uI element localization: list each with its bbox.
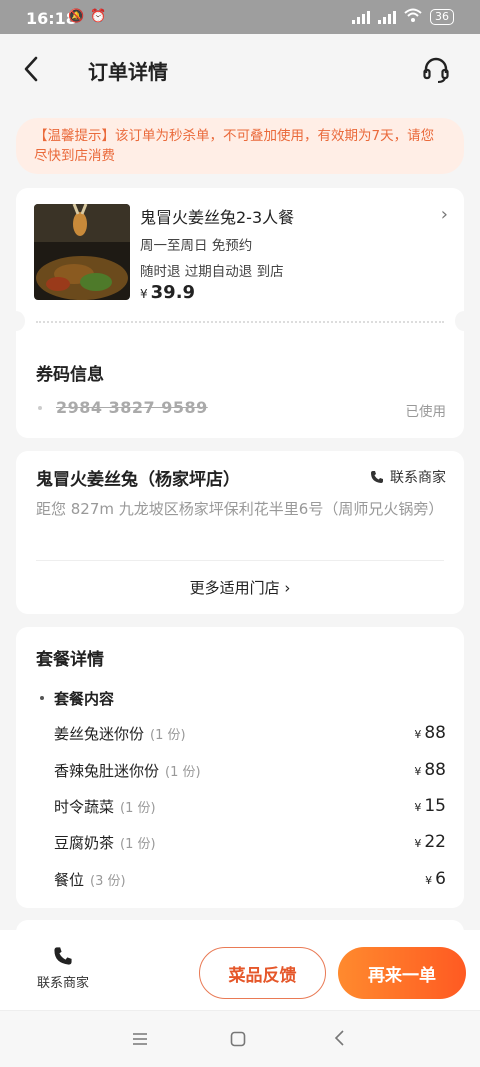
currency-symbol: ¥ [414,728,422,741]
status-bar: 16:18 🔕 ⏰ 36 [0,0,480,34]
chevron-right-icon[interactable]: › [441,204,448,225]
price-value: 15 [424,796,446,816]
nav-back-icon[interactable] [333,1030,347,1050]
alarm-icon: ⏰ [90,9,107,24]
header: 订单详情 [0,34,480,106]
back-arrow-icon [24,56,38,82]
price-value: 6 [435,869,446,889]
package-item: 香辣兔肚迷你份 (1 份) ¥88 [54,760,446,781]
item-name: 豆腐奶茶 [54,834,115,852]
signal-hd-icon [378,10,396,24]
customer-service-button[interactable] [422,56,450,84]
wifi-icon [404,8,422,25]
status-icons-left: 🔕 ⏰ [68,9,106,24]
phone-icon [54,947,72,965]
contact-merchant-link[interactable]: 联系商家 [370,467,446,487]
product-name[interactable]: 鬼冒火姜丝兔2-3人餐 [140,204,294,228]
store-address: 距您 827m 九龙坡区杨家坪保利花半里6号（周师兄火锅旁） [36,500,444,518]
product-tags-line2: 随时退 过期自动退 到店 [140,264,284,280]
item-qty: (1 份) [150,728,186,743]
item-qty: (1 份) [120,801,156,816]
bullet-dot [40,696,44,700]
more-stores-link[interactable]: 更多适用门店 › [16,577,464,598]
currency-symbol: ¥ [414,765,422,778]
package-item: 餐位 (3 份) ¥6 [54,869,446,890]
package-card: 套餐详情 套餐内容 姜丝兔迷你份 (1 份) ¥88 香辣兔肚迷你份 (1 份) ¥… [16,627,464,908]
item-price: ¥6 [425,869,446,889]
price-value: 88 [424,723,446,743]
item-price: ¥88 [414,760,446,780]
status-icons-right: 36 [352,8,454,25]
item-qty: (1 份) [165,765,201,780]
bullet-dot [38,406,42,410]
store-card: 鬼冒火姜丝兔（杨家坪店） 联系商家 距您 827m 九龙坡区杨家坪保利花半里6号… [16,451,464,614]
item-qty: (1 份) [120,837,156,852]
headset-icon [423,57,449,83]
package-subtitle: 套餐内容 [54,690,115,708]
item-name: 香辣兔肚迷你份 [54,762,160,780]
price-value: 88 [424,760,446,780]
item-qty: (3 份) [90,874,126,889]
product-image[interactable] [34,204,130,300]
coupon-section-title: 券码信息 [36,365,104,385]
product-card: 鬼冒火姜丝兔2-3人餐 周一至周日 免预约 随时退 过期自动退 到店 ¥39.9… [7,188,473,438]
item-price: ¥88 [414,723,446,743]
phone-icon [371,471,383,483]
more-stores-label: 更多适用门店 [189,579,280,597]
currency-symbol: ¥ [140,287,148,301]
item-price: ¥15 [414,796,446,816]
back-button[interactable] [18,54,48,84]
package-item: 豆腐奶茶 (1 份) ¥22 [54,832,446,853]
package-item: 时令蔬菜 (1 份) ¥15 [54,796,446,817]
package-item: 姜丝兔迷你份 (1 份) ¥88 [54,723,446,744]
coupon-code: 2984 3827 9589 [56,398,208,417]
dotted-divider [36,321,444,323]
battery-icon: 36 [430,8,454,25]
coupon-status: 已使用 [405,404,447,420]
contact-merchant-label: 联系商家 [390,470,446,486]
item-price: ¥22 [414,832,446,852]
page-title: 订单详情 [88,60,168,84]
currency-symbol: ¥ [414,801,422,814]
ticket-notch-right [455,311,473,331]
contact-merchant-button[interactable]: 联系商家 [28,946,98,991]
package-section-title: 套餐详情 [36,650,104,670]
item-name: 姜丝兔迷你份 [54,725,145,743]
divider [36,560,444,561]
bottom-action-bar: 联系商家 菜品反馈 再来一单 [0,930,480,1010]
currency-symbol: ¥ [414,837,422,850]
menu-icon[interactable] [132,1031,148,1050]
price-value: 39.9 [150,282,196,303]
currency-symbol: ¥ [425,874,433,887]
item-name: 餐位 [54,871,85,889]
store-name: 鬼冒火姜丝兔（杨家坪店） [36,470,240,490]
price-value: 22 [424,832,446,852]
product-tags-line1: 周一至周日 免预约 [140,238,253,254]
contact-merchant-label: 联系商家 [36,976,89,991]
home-icon[interactable] [230,1031,246,1051]
system-nav-bar [0,1010,480,1067]
reorder-button[interactable]: 再来一单 [338,947,466,999]
mute-icon: 🔕 [68,9,85,24]
product-price: ¥39.9 [140,282,195,303]
chevron-right-icon: › [284,579,291,597]
ticket-notch-left [7,311,25,331]
signal-icon [352,10,370,24]
item-name: 时令蔬菜 [54,798,115,816]
notice-banner: 【温馨提示】该订单为秒杀单，不可叠加使用，有效期为7天，请您尽快到店消费 [16,118,464,174]
dish-feedback-button[interactable]: 菜品反馈 [199,947,326,999]
